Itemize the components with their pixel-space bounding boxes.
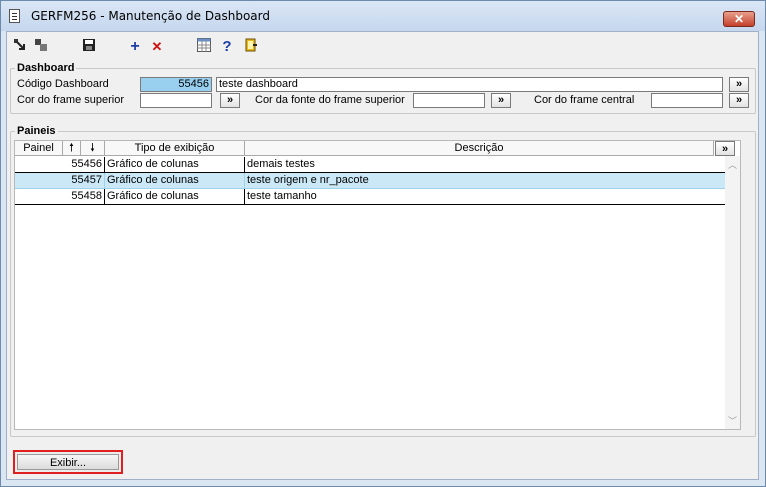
cor-frame-central-label: Cor do frame central xyxy=(534,94,635,106)
exibir-button[interactable]: Exibir... xyxy=(17,454,119,470)
close-button[interactable]: ✕ xyxy=(723,11,755,27)
navigate-first-icon[interactable] xyxy=(11,38,29,56)
columns-more-button[interactable]: » xyxy=(715,141,735,156)
painel-cell: 55456 xyxy=(15,157,105,173)
exit-icon[interactable] xyxy=(242,38,260,56)
document-icon xyxy=(9,9,20,23)
add-icon[interactable]: + xyxy=(126,38,144,56)
descricao-cell: teste tamanho xyxy=(245,189,737,205)
descricao-cell: teste origem e nr_pacote xyxy=(245,173,737,189)
move-down-icon[interactable]: 🠗 xyxy=(81,141,105,156)
vertical-scrollbar[interactable]: ︿ ﹀ xyxy=(725,156,740,429)
paineis-legend: Paineis xyxy=(17,125,56,137)
cor-frame-superior-button[interactable]: » xyxy=(220,93,240,108)
table-row[interactable]: 55456 Gráfico de colunas demais testes xyxy=(15,157,737,173)
codigo-dashboard-input[interactable]: 55456 xyxy=(140,77,212,92)
painel-cell: 55457 xyxy=(15,173,105,189)
dashboard-legend: Dashboard xyxy=(17,62,75,74)
codigo-dashboard-label: Código Dashboard xyxy=(17,78,109,90)
client-area: + ✕ ? Dashboard Código Dashboard 55456 t… xyxy=(6,31,759,480)
dashboard-lookup-button[interactable]: » xyxy=(729,77,749,92)
exibir-button-focus-outline: Exibir... xyxy=(13,450,123,474)
descricao-cell: demais testes xyxy=(245,157,737,173)
painel-cell: 55458 xyxy=(15,189,105,205)
col-header-painel[interactable]: Painel xyxy=(15,141,63,156)
cor-frame-superior-input[interactable] xyxy=(140,93,212,108)
cor-fonte-input[interactable] xyxy=(413,93,485,108)
scroll-down-icon[interactable]: ﹀ xyxy=(728,414,737,427)
grid-icon[interactable] xyxy=(195,38,213,56)
window-title: GERFM256 - Manutenção de Dashboard xyxy=(31,9,270,23)
col-header-tipo[interactable]: Tipo de exibição xyxy=(105,141,245,156)
table-row[interactable]: 55458 Gráfico de colunas teste tamanho xyxy=(15,189,737,205)
cor-fonte-button[interactable]: » xyxy=(491,93,511,108)
table-row-selected[interactable]: 55457 Gráfico de colunas teste origem e … xyxy=(15,173,737,189)
tipo-cell: Gráfico de colunas xyxy=(105,173,245,189)
dashboard-description-input[interactable]: teste dashboard xyxy=(216,77,723,92)
delete-icon[interactable]: ✕ xyxy=(148,38,166,56)
move-up-icon[interactable]: 🠕 xyxy=(63,141,81,156)
cor-frame-superior-label: Cor do frame superior xyxy=(17,94,124,106)
scroll-up-icon[interactable]: ︿ xyxy=(728,158,737,171)
tipo-cell: Gráfico de colunas xyxy=(105,157,245,173)
application-window: GERFM256 - Manutenção de Dashboard ✕ + ✕… xyxy=(0,0,766,487)
cor-frame-central-input[interactable] xyxy=(651,93,723,108)
title-bar[interactable]: GERFM256 - Manutenção de Dashboard ✕ xyxy=(1,1,765,31)
tipo-cell: Gráfico de colunas xyxy=(105,189,245,205)
col-header-descricao[interactable]: Descrição xyxy=(245,141,714,156)
navigate-icon[interactable] xyxy=(32,38,50,56)
paineis-table[interactable]: Painel 🠕 🠗 Tipo de exibição Descrição » … xyxy=(14,140,741,430)
save-icon[interactable] xyxy=(80,38,98,56)
help-icon[interactable]: ? xyxy=(218,38,236,56)
cor-fonte-label: Cor da fonte do frame superior xyxy=(255,94,405,106)
cor-frame-central-button[interactable]: » xyxy=(729,93,749,108)
